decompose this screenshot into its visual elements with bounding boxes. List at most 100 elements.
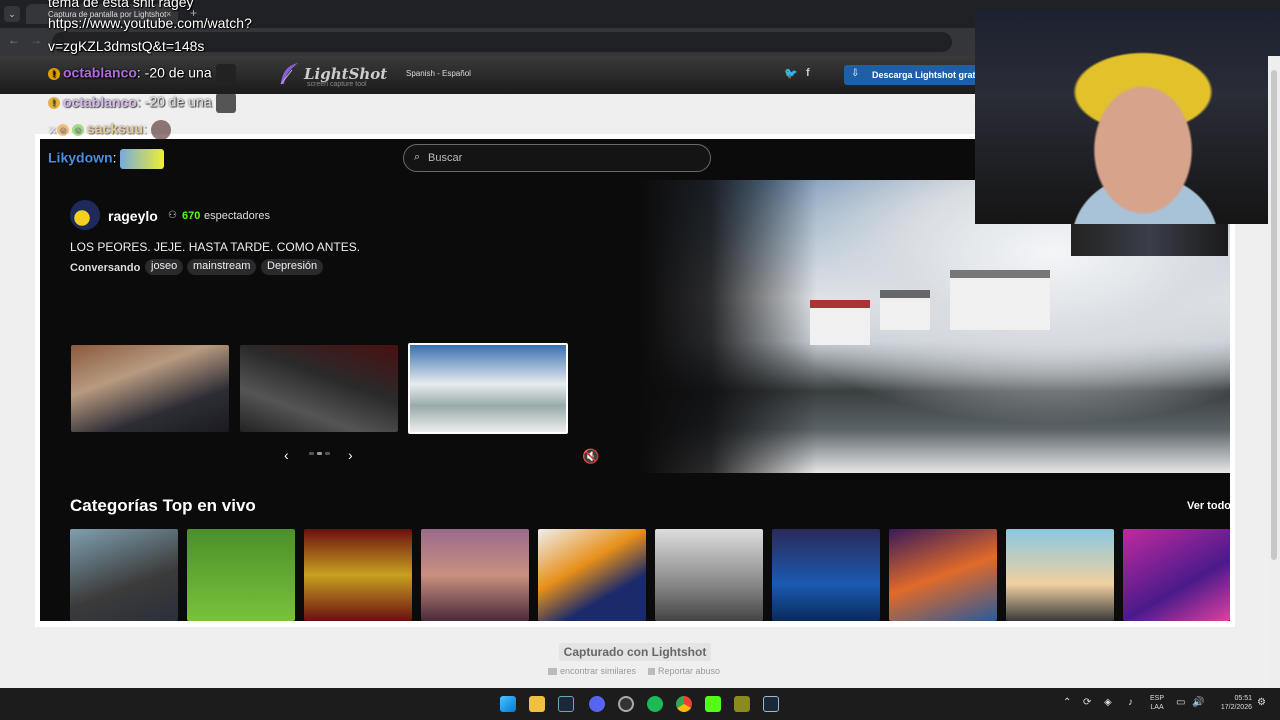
emote-icon	[150, 120, 171, 140]
search-icon: ⌕	[414, 151, 421, 163]
windows-start-icon[interactable]	[500, 696, 516, 712]
report-abuse-link[interactable]: Reportar abuso	[648, 666, 720, 676]
report-abuse-label: Reportar abuso	[658, 666, 721, 676]
clock-date: 17/2/2026	[1220, 704, 1252, 711]
category-card[interactable]	[70, 529, 178, 621]
categories-heading: Categorías Top en vivo	[70, 496, 256, 515]
carousel-next-icon[interactable]: ›	[348, 447, 353, 463]
category-card[interactable]	[772, 529, 880, 621]
volume-icon[interactable]: 🔊	[1192, 697, 1204, 708]
carousel-dots	[309, 452, 330, 455]
emoji-badge-icon: ☺	[71, 124, 84, 136]
file-explorer-icon[interactable]	[529, 696, 545, 712]
forward-arrow-icon[interactable]: →	[30, 33, 42, 47]
download-icon: ⇩	[851, 68, 860, 79]
sword-badge-icon: ⚔	[48, 125, 57, 137]
carousel-dot[interactable]	[309, 452, 314, 455]
captured-with-lightshot: Capturado con Lightshot	[559, 643, 711, 661]
streamer-name[interactable]: rageylo	[108, 208, 158, 224]
webcam-overlay	[975, 10, 1280, 224]
category-card[interactable]	[421, 529, 529, 621]
notification-icon[interactable]: ⚙	[1257, 697, 1266, 708]
chat-line: tema de esta shit ragey	[48, 0, 194, 10]
discord-icon[interactable]	[589, 696, 605, 712]
chat-message: ! octablanco: -20 de una	[48, 93, 236, 113]
see-all-link[interactable]: Ver todo	[1187, 500, 1231, 512]
obs-icon[interactable]	[618, 696, 634, 712]
kick-icon[interactable]	[705, 696, 721, 712]
clock-time: 05:51	[1234, 695, 1252, 702]
carousel-thumbnail[interactable]	[71, 345, 229, 432]
carousel-thumbnail-selected[interactable]	[408, 343, 568, 434]
viewers-icon: ⚇	[168, 210, 177, 221]
scrollbar-thumb[interactable]	[1271, 70, 1277, 560]
app-icon[interactable]	[734, 696, 750, 712]
subscriber-badge-icon: !	[48, 97, 60, 109]
shield-icon[interactable]: ◈	[1104, 697, 1112, 708]
carousel-thumbnail[interactable]	[240, 345, 398, 432]
chat-username: octablanco	[63, 93, 137, 110]
chat-text: :	[143, 120, 147, 137]
subscriber-badge-icon: !	[48, 68, 60, 80]
spotify-icon[interactable]	[647, 696, 663, 712]
chat-username: Likydown	[48, 149, 113, 166]
find-similar-link[interactable]: encontrar similares	[548, 666, 636, 676]
category-card[interactable]	[304, 529, 412, 621]
facebook-icon[interactable]: f	[806, 67, 810, 79]
lang-code: ESP	[1150, 695, 1165, 702]
twitter-icon[interactable]: 🐦	[784, 67, 798, 80]
category-card[interactable]	[187, 529, 295, 621]
chat-username: sacksuu	[86, 120, 144, 137]
language-selector[interactable]: Spanish - Español	[406, 69, 471, 78]
carousel-prev-icon[interactable]: ‹	[284, 447, 289, 463]
chat-line: v=zgKZL3dmstQ&t=148s	[48, 38, 205, 54]
streamer-avatar[interactable]	[70, 200, 100, 230]
steam-icon[interactable]	[763, 696, 779, 712]
microphone-icon[interactable]: ♪	[1128, 697, 1133, 708]
chat-message: Likydown:	[48, 149, 165, 169]
chat-line: https://www.youtube.com/watch?	[48, 15, 252, 31]
chat-message: ⚔☺ ☺ sacksuu:	[48, 120, 171, 140]
taskbar-clock[interactable]: 05:51 17/2/2026	[1212, 694, 1252, 712]
category-card[interactable]	[889, 529, 997, 621]
tag-chip[interactable]: Depresión	[261, 259, 324, 275]
chat-text: :	[112, 149, 117, 166]
webcam-overlay-extension	[1071, 224, 1228, 256]
emote-icon	[215, 64, 236, 84]
steam-icon[interactable]	[558, 696, 574, 712]
tab-search-button[interactable]: ⌄	[4, 6, 20, 22]
network-icon[interactable]: ▭	[1176, 697, 1185, 708]
chrome-icon[interactable]	[676, 696, 692, 712]
feather-icon	[280, 63, 298, 85]
preview-house	[950, 270, 1050, 330]
stream-category[interactable]: Conversando	[70, 262, 140, 274]
image-icon	[548, 668, 557, 676]
flag-icon	[648, 668, 655, 676]
emote-icon	[215, 93, 236, 113]
tag-chip[interactable]: joseo	[145, 259, 184, 275]
emoji-badge-icon: ☺	[56, 124, 69, 136]
chat-message: ! octablanco: -20 de una	[48, 64, 236, 84]
find-similar-label: encontrar similares	[560, 666, 637, 676]
carousel-dot[interactable]	[317, 452, 322, 455]
sync-icon[interactable]: ⟳	[1083, 697, 1091, 708]
emote-icon	[120, 149, 165, 169]
tag-chip[interactable]: mainstream	[187, 259, 257, 275]
viewer-count: 670	[182, 210, 201, 222]
lang-layout: LAA	[1150, 704, 1164, 711]
preview-house	[880, 290, 930, 330]
category-card[interactable]	[655, 529, 763, 621]
category-card[interactable]	[1006, 529, 1114, 621]
chat-text: : -20 de una	[136, 93, 212, 110]
search-placeholder: Buscar	[428, 152, 463, 164]
language-indicator[interactable]: ESP LAA	[1150, 694, 1164, 712]
viewer-label: espectadores	[204, 210, 271, 222]
category-card[interactable]	[1123, 529, 1230, 621]
carousel-dot[interactable]	[325, 452, 330, 455]
back-arrow-icon[interactable]: ←	[8, 33, 20, 47]
chat-username: octablanco	[63, 64, 137, 81]
mute-icon[interactable]: 🔇	[582, 448, 599, 465]
chevron-up-icon[interactable]: ⌃	[1063, 697, 1071, 708]
download-lightshot-button[interactable]: Descarga Lightshot grat	[844, 65, 980, 85]
category-card[interactable]	[538, 529, 646, 621]
